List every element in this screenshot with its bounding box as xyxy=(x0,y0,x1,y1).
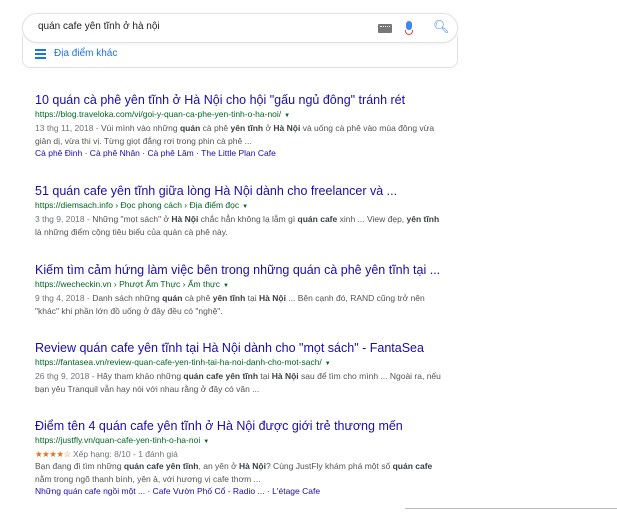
result-title[interactable]: 51 quán cafe yên tĩnh giữa lòng Hà Nội d… xyxy=(35,183,595,199)
result-url-text: https://justfly.vn/quan-cafe-yen-tinh-o-… xyxy=(35,435,201,445)
result-url: https://blog.traveloka.com/vi/goi-y-quan… xyxy=(35,108,595,122)
result-url: https://diemsach.info › Đọc phong cách ›… xyxy=(35,199,595,213)
result-title[interactable]: Review quán cafe yên tĩnh tại Hà Nội dàn… xyxy=(35,340,595,356)
dropdown-arrow-icon[interactable]: ▼ xyxy=(242,204,248,210)
result-title[interactable]: Kiếm tìm cảm hứng làm việc bên trong nhữ… xyxy=(35,262,595,278)
dropdown-arrow-icon[interactable]: ▼ xyxy=(284,113,290,119)
result-title[interactable]: Điểm tên 4 quán cafe yên tĩnh ở Hà Nội đ… xyxy=(35,418,595,434)
dropdown-arrow-icon[interactable]: ▼ xyxy=(203,439,209,445)
divider xyxy=(405,508,617,509)
keyboard-icon[interactable] xyxy=(378,24,392,33)
result-url: https://justfly.vn/quan-cafe-yen-tinh-o-… xyxy=(35,434,595,448)
result-3: Kiếm tìm cảm hứng làm việc bên trong nhữ… xyxy=(35,262,595,317)
list-icon xyxy=(35,49,46,59)
result-url-text: https://diemsach.info › Đọc phong cách ›… xyxy=(35,200,240,210)
result-snippet-text: Những "mọt sách" ở Hà Nội chắc hẳn không… xyxy=(35,214,440,237)
result-rating: ★★★★☆ Xếp hạng: 8/10 - 1 đánh giá xyxy=(35,448,595,460)
result-5: Điểm tên 4 quán cafe yên tĩnh ở Hà Nội đ… xyxy=(35,418,595,497)
result-sitelinks[interactable]: Cà phê Đinh · Cà phê Nhân · Cà phê Lâm ·… xyxy=(35,147,595,159)
search-icon[interactable]: 🔍︎ xyxy=(433,20,450,33)
result-url-text: https://fantasea.vn/review-quan-cafe-yen… xyxy=(35,357,322,367)
result-url-text: https://blog.traveloka.com/vi/goi-y-quan… xyxy=(35,109,282,119)
result-snippet: 13 thg 11, 2018 - Vùi mình vào những quá… xyxy=(35,122,445,147)
result-snippet-text: Bạn đang đi tìm những quán cafe yên tĩnh… xyxy=(35,461,433,484)
more-places-label: Địa điểm khác xyxy=(54,48,118,59)
result-date: 9 thg 4, 2018 - xyxy=(35,293,93,303)
places-panel: Địa điểm khác xyxy=(22,36,458,68)
result-snippet: 26 thg 9, 2018 - Hãy tham khảo những quá… xyxy=(35,370,445,395)
dropdown-arrow-icon[interactable]: ▼ xyxy=(223,283,229,289)
rating-text: Xếp hạng: 8/10 - 1 đánh giá xyxy=(72,449,178,459)
result-2: 51 quán cafe yên tĩnh giữa lòng Hà Nội d… xyxy=(35,183,595,238)
more-places-link[interactable]: Địa điểm khác xyxy=(35,48,117,59)
result-title[interactable]: 10 quán cà phê yên tĩnh ở Hà Nội cho hội… xyxy=(35,92,595,108)
result-date: 3 thg 9, 2018 - xyxy=(35,214,93,224)
result-sitelinks[interactable]: Những quán cafe ngồi một ... · Cafe Vườn… xyxy=(35,485,595,497)
result-1: 10 quán cà phê yên tĩnh ở Hà Nội cho hội… xyxy=(35,92,595,159)
result-snippet-text: Danh sách những quán cà phê yên tĩnh tại… xyxy=(35,293,425,316)
result-date: 26 thg 9, 2018 - xyxy=(35,371,97,381)
search-input[interactable]: quán cafe yên tĩnh ở hà nội xyxy=(38,21,160,32)
result-url: https://wecheckin.vn › Phượt Ẩm Thực › Ẩ… xyxy=(35,278,595,292)
dropdown-arrow-icon[interactable]: ▼ xyxy=(325,361,331,367)
result-url-text: https://wecheckin.vn › Phượt Ẩm Thực › Ẩ… xyxy=(35,279,220,289)
result-url: https://fantasea.vn/review-quan-cafe-yen… xyxy=(35,356,595,370)
microphone-icon[interactable] xyxy=(405,21,413,35)
result-snippet: 9 thg 4, 2018 - Danh sách những quán cà … xyxy=(35,292,445,317)
result-date: 13 thg 11, 2018 - xyxy=(35,123,102,133)
result-snippet: Bạn đang đi tìm những quán cafe yên tĩnh… xyxy=(35,460,445,485)
result-snippet: 3 thg 9, 2018 - Những "mọt sách" ở Hà Nộ… xyxy=(35,213,445,238)
star-rating-icon: ★★★★☆ xyxy=(35,449,71,459)
result-4: Review quán cafe yên tĩnh tại Hà Nội dàn… xyxy=(35,340,595,395)
